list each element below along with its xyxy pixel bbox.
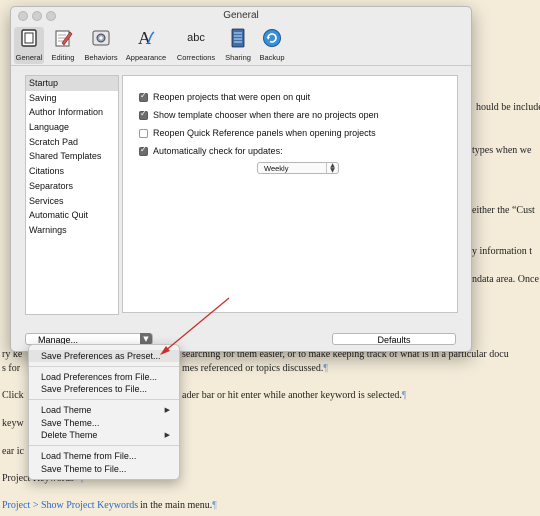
menu-separator [29, 366, 179, 367]
doc-line: either the “Cust [472, 205, 535, 216]
option-reopen-projects[interactable]: Reopen projects that were open on quit [139, 90, 310, 104]
category-item-automatic-quit[interactable]: Automatic Quit [26, 208, 118, 223]
doc-line: ndata area. Once [472, 274, 539, 285]
doc-line: keyw [2, 418, 24, 429]
category-item-saving[interactable]: Saving [26, 91, 118, 106]
menu-item-load-preferences-from-file[interactable]: Load Preferences from File... [29, 371, 179, 383]
doc-line-menu-path: Project > Show Project Keywords [2, 500, 139, 511]
doc-line: types when we [472, 145, 532, 156]
menu-item-save-preferences-as-preset[interactable]: Save Preferences as Preset... [29, 350, 179, 362]
checkbox[interactable] [139, 128, 148, 138]
menu-item-save-preferences-to-file[interactable]: Save Preferences to File... [29, 383, 179, 395]
font-a-icon: A [136, 28, 156, 48]
updown-chevron-icon: ▲ ▼ [326, 163, 338, 174]
category-item-language[interactable]: Language [26, 120, 118, 135]
doc-line: ader bar or hit enter while another keyw… [182, 390, 407, 401]
doc-line: hould be include [476, 102, 540, 113]
option-reopen-quick-reference[interactable]: Reopen Quick Reference panels when openi… [139, 126, 376, 140]
preferences-window: General General Editing Behaviors A Appe… [10, 6, 472, 352]
doc-line: ear ic [2, 446, 24, 457]
category-item-services[interactable]: Services [26, 194, 118, 209]
menu-item-save-theme[interactable]: Save Theme... [29, 417, 179, 429]
doc-line: s for [2, 363, 21, 374]
option-check-for-updates[interactable]: Automatically check for updates: [139, 144, 283, 158]
manage-menu: Save Preferences as Preset... Load Prefe… [28, 344, 180, 480]
doc-line: in the main menu.¶ [140, 500, 217, 511]
menu-item-load-theme-from-file[interactable]: Load Theme from File... [29, 450, 179, 462]
submenu-arrow-icon: ▶ [164, 431, 170, 439]
checkbox[interactable] [139, 91, 148, 102]
submenu-arrow-icon: ▶ [164, 406, 170, 414]
option-show-template-chooser[interactable]: Show template chooser when there are no … [139, 108, 379, 122]
abc-icon: abc [187, 32, 205, 44]
tab-sharing[interactable]: Sharing [221, 27, 255, 64]
menu-item-delete-theme[interactable]: Delete Theme ▶ [29, 429, 179, 441]
tab-backup[interactable]: Backup [256, 27, 288, 64]
window-title: General [223, 10, 259, 21]
menu-separator [29, 399, 179, 400]
category-list: Startup Saving Author Information Langua… [25, 75, 119, 315]
menu-separator [29, 445, 179, 446]
general-icon [19, 28, 39, 48]
update-frequency-select[interactable]: Weekly ▲ ▼ [257, 162, 339, 174]
sharing-icon [228, 28, 248, 48]
menu-item-load-theme[interactable]: Load Theme ▶ [29, 404, 179, 416]
category-item-author-information[interactable]: Author Information [26, 105, 118, 120]
gear-box-icon [91, 28, 111, 48]
category-item-scratch-pad[interactable]: Scratch Pad [26, 135, 118, 150]
preferences-toolbar: General Editing Behaviors A Appearance a… [11, 25, 471, 66]
tab-corrections[interactable]: abc Corrections [173, 27, 219, 64]
tab-general[interactable]: General [14, 27, 44, 64]
tab-editing[interactable]: Editing [47, 27, 79, 64]
category-item-separators[interactable]: Separators [26, 179, 118, 194]
tab-appearance[interactable]: A Appearance [123, 27, 169, 64]
category-item-shared-templates[interactable]: Shared Templates [26, 149, 118, 164]
startup-settings-panel: Reopen projects that were open on quit S… [122, 75, 458, 313]
category-item-citations[interactable]: Citations [26, 164, 118, 179]
title-bar: General [11, 7, 471, 25]
category-item-startup[interactable]: Startup [26, 76, 118, 91]
defaults-button[interactable]: Defaults [332, 333, 456, 345]
svg-text:A: A [138, 28, 151, 48]
doc-line: mes referenced or topics discussed.¶ [182, 363, 328, 374]
category-item-warnings[interactable]: Warnings [26, 223, 118, 238]
checkbox[interactable] [139, 145, 148, 156]
menu-item-save-theme-to-file[interactable]: Save Theme to File... [29, 463, 179, 475]
pencil-icon [53, 28, 73, 48]
doc-line: Click [2, 390, 24, 401]
doc-line: y information t [472, 246, 532, 257]
checkbox[interactable] [139, 109, 148, 120]
tab-behaviors[interactable]: Behaviors [81, 27, 121, 64]
backup-icon [262, 28, 282, 48]
